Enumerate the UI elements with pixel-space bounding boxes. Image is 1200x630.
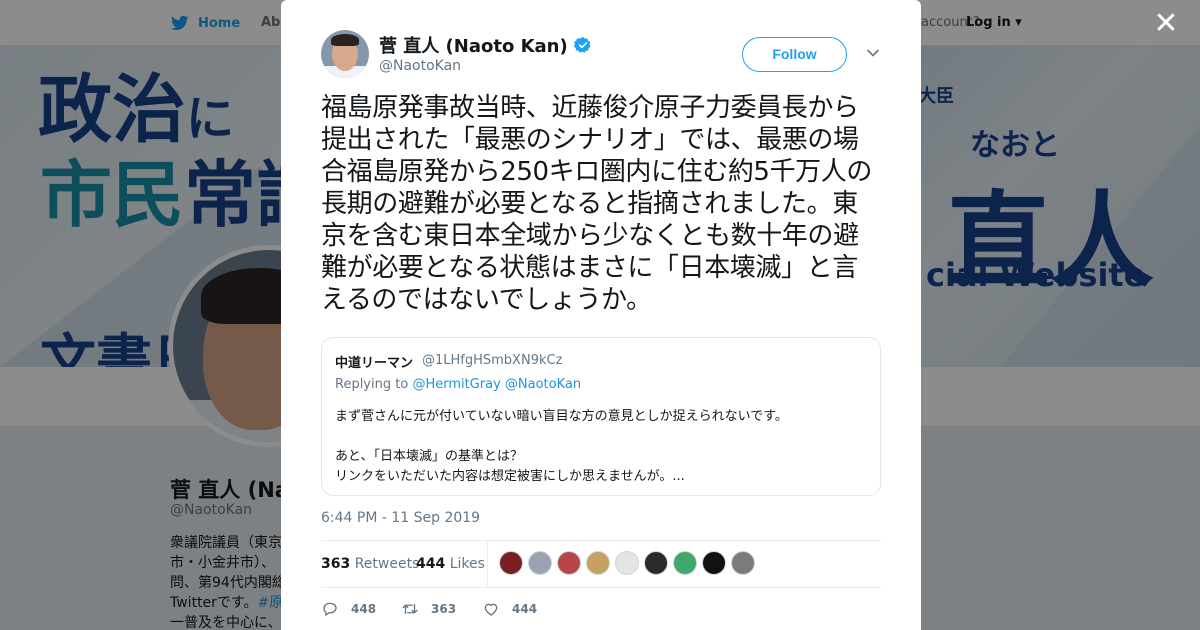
liker-avatar[interactable] bbox=[731, 551, 755, 575]
tweet-text: 福島原発事故当時、近藤俊介原子力委員長から提出された「最悪のシナリオ」では、最悪… bbox=[321, 93, 872, 315]
quoted-text-line: リンクをいただいた内容は想定被害にしか思えませんが。... bbox=[335, 469, 685, 484]
author-avatar[interactable] bbox=[321, 30, 369, 78]
liker-avatar[interactable] bbox=[528, 551, 552, 575]
replying-to: Replying to @HermitGray @NaotoKan bbox=[335, 377, 582, 392]
liker-avatar[interactable] bbox=[673, 551, 697, 575]
liker-avatar[interactable] bbox=[499, 551, 523, 575]
liker-avatar[interactable] bbox=[557, 551, 581, 575]
reply-action[interactable]: 448 bbox=[321, 600, 376, 618]
retweets-stat[interactable]: 363 Retweets bbox=[321, 556, 419, 572]
liker-avatar[interactable] bbox=[615, 551, 639, 575]
tweet-timestamp[interactable]: 6:44 PM - 11 Sep 2019 bbox=[321, 510, 480, 526]
follow-button[interactable]: Follow bbox=[742, 37, 847, 72]
stats-divider bbox=[487, 541, 488, 587]
liker-avatar[interactable] bbox=[702, 551, 726, 575]
like-action[interactable]: 444 bbox=[482, 600, 537, 618]
quoted-text-line: まず菅さんに元が付いていない暗い盲目な方の意見としか捉えられないです。 bbox=[335, 409, 788, 424]
quoted-author-name: 中道リーマン bbox=[335, 356, 414, 371]
heart-icon bbox=[484, 603, 498, 616]
verified-badge-icon bbox=[573, 37, 591, 53]
author-display-name[interactable]: 菅 直人 (Naoto Kan) bbox=[379, 32, 568, 58]
tweet-stats: 363 Retweets 444 Likes bbox=[321, 540, 881, 588]
quoted-tweet[interactable]: 中道リーマン @1LHfgHSmbXN9kCz Replying to @Her… bbox=[321, 337, 881, 496]
close-icon[interactable]: ✕ bbox=[1153, 9, 1179, 39]
author-name-row[interactable]: 菅 直人 (Naoto Kan) bbox=[379, 32, 592, 58]
retweet-count: 363 bbox=[431, 602, 457, 616]
liker-avatar[interactable] bbox=[586, 551, 610, 575]
tweet-actions: 448 363 444 bbox=[321, 600, 881, 620]
likes-stat[interactable]: 444 Likes bbox=[416, 556, 485, 572]
liker-avatar[interactable] bbox=[644, 551, 668, 575]
reply-icon bbox=[323, 602, 337, 617]
author-handle[interactable]: @NaotoKan bbox=[379, 58, 461, 74]
quoted-text-line: あと、「日本壊滅」の基準とは？ bbox=[335, 449, 523, 464]
replying-to-links[interactable]: @HermitGray @NaotoKan bbox=[412, 377, 581, 392]
tweet-modal: 菅 直人 (Naoto Kan) @NaotoKan Follow 福島原発事故… bbox=[281, 0, 921, 630]
reply-count: 448 bbox=[351, 602, 377, 616]
quoted-author-handle: @1LHfgHSmbXN9kCz bbox=[422, 353, 563, 368]
like-count: 444 bbox=[512, 602, 538, 616]
retweet-icon bbox=[402, 603, 418, 615]
retweet-action[interactable]: 363 bbox=[401, 600, 456, 618]
chevron-down-icon[interactable] bbox=[866, 46, 880, 60]
liker-avatars bbox=[499, 551, 755, 575]
